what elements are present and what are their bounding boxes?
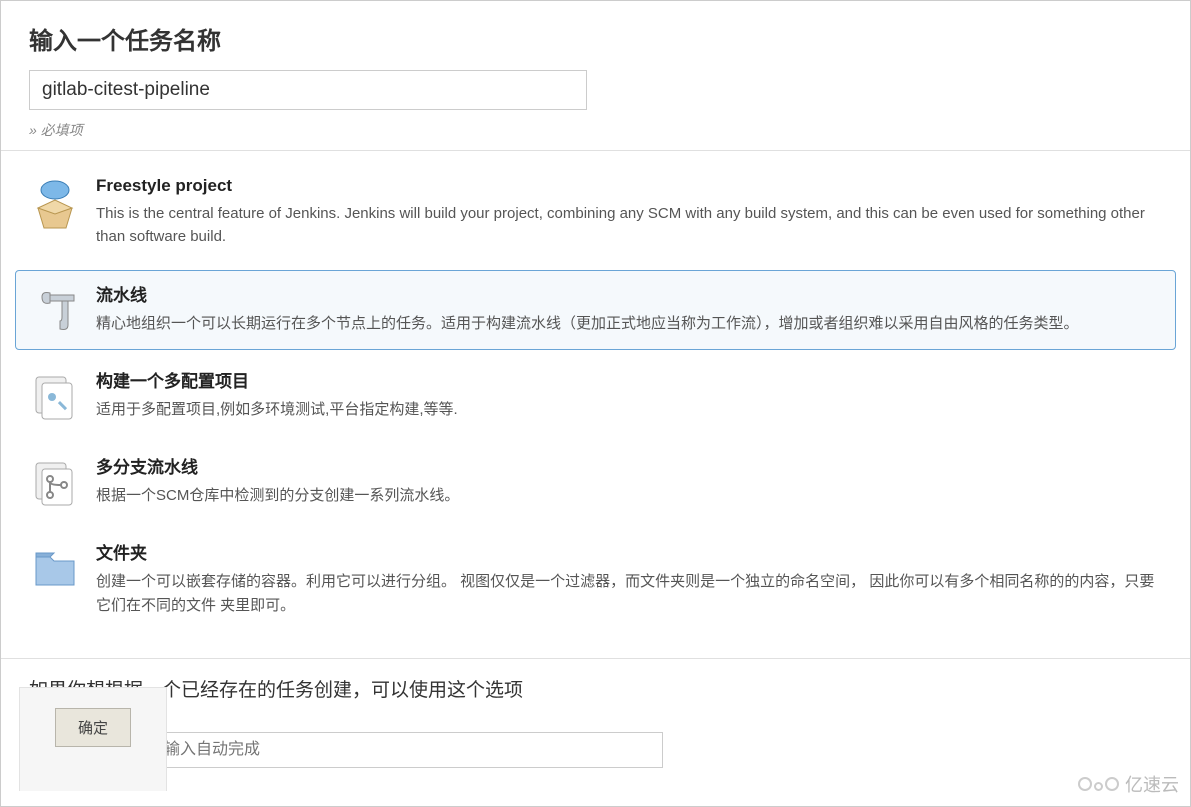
item-type-freestyle[interactable]: Freestyle project This is the central fe… — [15, 165, 1176, 264]
item-type-list: Freestyle project This is the central fe… — [1, 151, 1190, 658]
copy-section-title: 如果你想根据一个已经存在的任务创建，可以使用这个选项 — [29, 675, 1162, 702]
item-title: 构建一个多配置项目 — [96, 367, 1161, 392]
watermark: 亿速云 — [1078, 771, 1179, 797]
item-desc: This is the central feature of Jenkins. … — [96, 202, 1161, 249]
multibranch-icon — [30, 457, 80, 507]
page-title: 输入一个任务名称 — [29, 21, 1162, 56]
item-desc: 创建一个可以嵌套存储的容器。利用它可以进行分组。 视图仅仅是一个过滤器，而文件夹… — [96, 570, 1161, 617]
item-type-pipeline[interactable]: 流水线 精心地组织一个可以长期运行在多个节点上的任务。适用于构建流水线（更加正式… — [15, 270, 1176, 350]
item-title: 多分支流水线 — [96, 453, 1161, 478]
folder-icon — [30, 543, 80, 593]
ok-panel: 确定 — [19, 687, 167, 791]
item-type-multiconfig[interactable]: 构建一个多配置项目 适用于多配置项目,例如多环境测试,平台指定构建,等等. — [15, 356, 1176, 436]
item-desc: 根据一个SCM仓库中检测到的分支创建一系列流水线。 — [96, 484, 1161, 507]
item-desc: 精心地组织一个可以长期运行在多个节点上的任务。适用于构建流水线（更加正式地应当称… — [96, 312, 1161, 335]
multiconfig-icon — [30, 371, 80, 421]
copy-from-input[interactable] — [153, 732, 663, 768]
watermark-text: 亿速云 — [1125, 771, 1179, 797]
item-desc: 适用于多配置项目,例如多环境测试,平台指定构建,等等. — [96, 398, 1161, 421]
item-title: 流水线 — [96, 281, 1161, 306]
pipeline-icon — [30, 285, 80, 335]
item-type-folder[interactable]: 文件夹 创建一个可以嵌套存储的容器。利用它可以进行分组。 视图仅仅是一个过滤器，… — [15, 528, 1176, 632]
copy-from-section: 确定 如果你想根据一个已经存在的任务创建，可以使用这个选项 复制 — [1, 658, 1190, 790]
item-type-multibranch[interactable]: 多分支流水线 根据一个SCM仓库中检测到的分支创建一系列流水线。 — [15, 442, 1176, 522]
required-hint: » 必填项 — [29, 120, 1162, 140]
item-title: Freestyle project — [96, 176, 1161, 196]
header-section: 输入一个任务名称 » 必填项 — [1, 1, 1190, 151]
ok-button[interactable]: 确定 — [55, 708, 131, 747]
freestyle-icon — [30, 180, 80, 230]
item-title: 文件夹 — [96, 539, 1161, 564]
item-name-input[interactable] — [29, 70, 587, 110]
